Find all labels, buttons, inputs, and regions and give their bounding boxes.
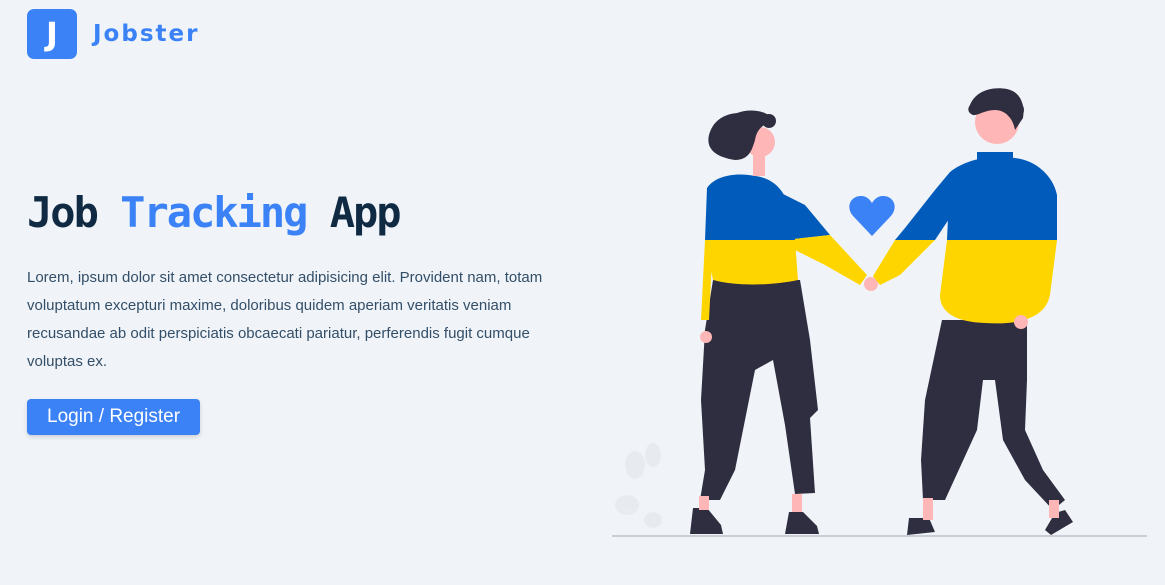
woman-figure — [690, 110, 878, 534]
hero-section: Job Tracking App Lorem, ipsum dolor sit … — [27, 186, 587, 435]
navbar: J Jobster — [27, 9, 199, 59]
couple-illustration — [612, 88, 1147, 537]
login-register-button[interactable]: Login / Register — [27, 399, 201, 435]
logo-letter: J — [46, 15, 58, 53]
heart-icon — [849, 196, 895, 236]
title-part1: Job — [27, 188, 121, 237]
landing-page: J Jobster Job Tracking App Lorem, ipsum … — [0, 0, 1165, 585]
title-part2: App — [306, 188, 402, 237]
hero-description: Lorem, ipsum dolor sit amet consectetur … — [27, 269, 543, 370]
man-figure — [873, 88, 1073, 535]
title-accent: Tracking — [120, 188, 308, 237]
page-title: Job Tracking App — [27, 186, 587, 240]
bush-decoration — [615, 443, 662, 528]
logo-text: Jobster — [93, 21, 200, 47]
logo-icon: J — [27, 9, 77, 59]
